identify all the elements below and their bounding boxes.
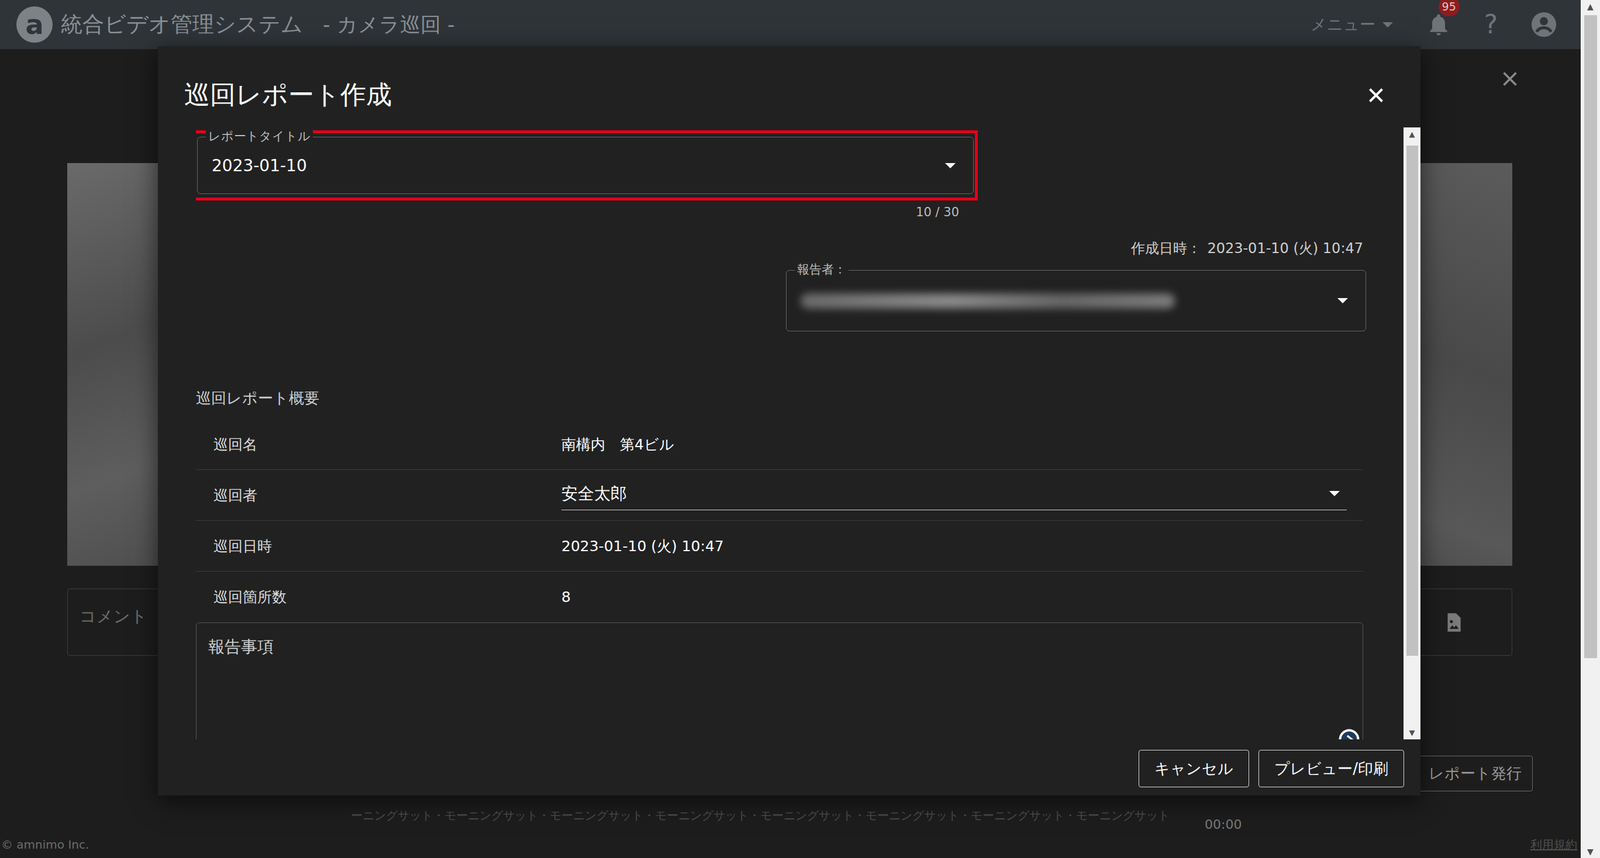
notifications-button[interactable]: 95 bbox=[1425, 11, 1452, 38]
brand: a統合ビデオ管理システム - カメラ巡回 - bbox=[16, 6, 455, 43]
char-counter: 10 / 30 bbox=[195, 205, 960, 220]
assistant-icon[interactable] bbox=[1338, 728, 1361, 740]
dialog-header: 巡回レポート作成 bbox=[157, 46, 1421, 128]
account-icon[interactable] bbox=[1530, 11, 1558, 39]
app-subtitle: - カメラ巡回 - bbox=[322, 11, 455, 39]
dialog-footer: キャンセルプレビュー/印刷 bbox=[157, 750, 1421, 788]
created-value: 2023-01-10 (火) 10:47 bbox=[1207, 239, 1364, 258]
time-text: 00:00 bbox=[1204, 817, 1242, 833]
reporter-value-blurred bbox=[800, 293, 1175, 309]
scroll-up-arrow[interactable]: ▲ bbox=[1587, 0, 1594, 13]
caret-icon bbox=[1329, 491, 1340, 497]
menu-button[interactable]: メニュー bbox=[1310, 14, 1393, 36]
close-icon[interactable] bbox=[1365, 84, 1387, 106]
dialog-title: 巡回レポート作成 bbox=[184, 77, 392, 113]
ticker-row: ーニングサット・モーニングサット・モーニングサット・モーニングサット・モーニング… bbox=[0, 808, 1581, 832]
image-file-icon bbox=[1442, 611, 1465, 634]
ticker-text: ーニングサット・モーニングサット・モーニングサット・モーニングサット・モーニング… bbox=[350, 808, 1170, 824]
dialog-button[interactable]: プレビュー/印刷 bbox=[1258, 750, 1405, 788]
patroller-select[interactable]: 安全太郎 bbox=[561, 480, 1347, 511]
scrollbar-thumb[interactable] bbox=[1406, 145, 1419, 657]
summary-row: 巡回名南構内 第4ビル bbox=[195, 419, 1364, 471]
app-title: 統合ビデオ管理システム bbox=[60, 9, 303, 40]
summary-row: 巡回日時2023-01-10 (火) 10:47 bbox=[195, 521, 1364, 572]
summary-label: 巡回者 bbox=[195, 485, 562, 506]
caret-icon bbox=[945, 163, 956, 169]
browser-scrollbar[interactable]: ▲▼ bbox=[1580, 0, 1600, 858]
notes-textarea[interactable]: 報告事項 bbox=[195, 622, 1364, 740]
created-at: 作成日時： 2023-01-10 (火) 10:47 bbox=[195, 239, 1373, 258]
issue-report-button[interactable]: レポート発行 bbox=[1415, 756, 1533, 792]
report-title-select[interactable]: レポートタイトル2023-01-10 bbox=[197, 136, 974, 195]
help-button[interactable]: ? bbox=[1484, 11, 1498, 38]
screen: a統合ビデオ管理システム- カメラ巡回 -メニュー95?コメントレポート発行ーニ… bbox=[0, 0, 1600, 858]
app-bar: a統合ビデオ管理システム - カメラ巡回 - メニュー 95? bbox=[0, 0, 1581, 50]
created-label: 作成日時： bbox=[1130, 239, 1202, 258]
scroll-down-arrow[interactable]: ▼ bbox=[1409, 726, 1416, 740]
dialog-body: レポートタイトル 2023-01-10 10 / 30 作成日時： 2023-01-10… bbox=[195, 127, 1421, 740]
app-bar-actions: メニュー 95? bbox=[1310, 11, 1558, 39]
field-label: 報告者： bbox=[794, 262, 849, 278]
close-icon[interactable] bbox=[1499, 68, 1521, 90]
scrollbar-thumb[interactable] bbox=[1584, 15, 1598, 659]
caret-icon bbox=[1382, 22, 1393, 28]
dialog-content: レポートタイトル 2023-01-10 10 / 30 作成日時： 2023-01-10… bbox=[195, 127, 1404, 740]
notes-label: 報告事項 bbox=[208, 637, 274, 657]
scroll-up-arrow[interactable]: ▲ bbox=[1409, 127, 1416, 141]
report-dialog: 巡回レポート作成レポートタイトル 2023-01-10 10 / 30 作成日時： 20… bbox=[157, 46, 1421, 796]
summary-row: 巡回箇所数8 bbox=[195, 571, 1364, 623]
logo-icon: a bbox=[16, 6, 53, 43]
summary-label: 巡回箇所数 bbox=[195, 587, 562, 608]
summary-value: 南構内 第4ビル bbox=[561, 435, 675, 455]
dialog-button[interactable]: キャンセル bbox=[1138, 750, 1250, 788]
reporter-select[interactable]: 報告者： bbox=[785, 270, 1367, 332]
summary-label: 巡回名 bbox=[195, 435, 562, 455]
scroll-down-arrow[interactable]: ▼ bbox=[1587, 845, 1594, 858]
menu-label: メニュー bbox=[1310, 14, 1376, 36]
summary-value: 2023-01-10 (火) 10:47 bbox=[561, 536, 724, 557]
reporter-highlight: 報告者： bbox=[779, 263, 1373, 339]
field-value: 2023-01-10 bbox=[211, 156, 308, 176]
footer: © amnimo Inc. 利用規約 bbox=[0, 831, 1581, 858]
summary-row: 巡回者安全太郎 bbox=[195, 470, 1364, 522]
summary-title: 巡回レポート概要 bbox=[195, 388, 1373, 409]
summary-label: 巡回日時 bbox=[195, 536, 562, 557]
summary-value: 8 bbox=[561, 588, 571, 606]
field-label: レポートタイトル bbox=[205, 129, 313, 144]
summary-table: 巡回名南構内 第4ビル巡回者安全太郎巡回日時2023-01-10 (火) 10:… bbox=[195, 419, 1364, 623]
caret-icon bbox=[1337, 298, 1348, 304]
notification-badge: 95 bbox=[1438, 0, 1460, 17]
report-title-highlight: レポートタイトル 2023-01-10 bbox=[195, 130, 978, 201]
dialog-scrollbar[interactable]: ▲▼ bbox=[1403, 127, 1421, 740]
summary-value: 安全太郎 bbox=[561, 483, 627, 506]
copyright: © amnimo Inc. bbox=[1, 838, 89, 853]
terms-link[interactable]: 利用規約 bbox=[1530, 837, 1578, 854]
